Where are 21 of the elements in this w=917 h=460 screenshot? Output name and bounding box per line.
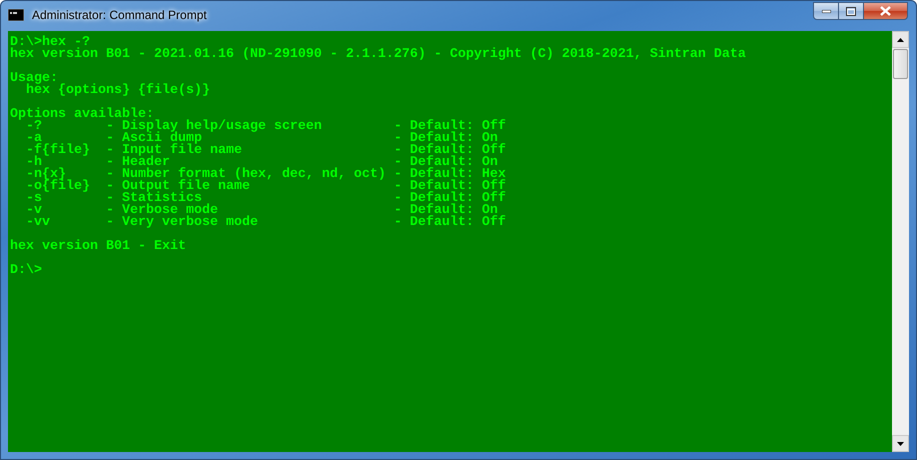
- console-line: D:\>hex -?: [10, 37, 90, 49]
- console-line: hex {options} {file(s)}: [26, 85, 210, 97]
- window-title: Administrator: Command Prompt: [32, 8, 208, 22]
- close-icon: [880, 6, 891, 16]
- minimize-icon: [822, 10, 830, 12]
- console-line: Options available:: [10, 109, 154, 121]
- console-icon: [8, 9, 24, 21]
- console-line: hex version B01 - Exit: [10, 241, 186, 253]
- scrollbar-thumb[interactable]: [893, 49, 908, 79]
- scroll-down-button[interactable]: [892, 435, 909, 452]
- maximize-icon: [846, 6, 856, 16]
- scroll-up-button[interactable]: [892, 31, 909, 48]
- console-line: Usage:: [10, 73, 58, 85]
- console-line: -vv - Very verbose mode - Default: Off: [24, 217, 506, 229]
- close-button[interactable]: [864, 2, 908, 20]
- maximize-button[interactable]: [839, 2, 864, 20]
- console-line: D:\>: [10, 265, 42, 277]
- console-line: hex version B01 - 2021.01.16 (ND-291090 - 2.1.1.276) - Copyright (C) 2018-2021, Sintran Data: [10, 49, 746, 61]
- down-arrow-icon: [897, 442, 904, 446]
- up-arrow-icon: [897, 38, 904, 42]
- minimize-button[interactable]: [813, 2, 839, 20]
